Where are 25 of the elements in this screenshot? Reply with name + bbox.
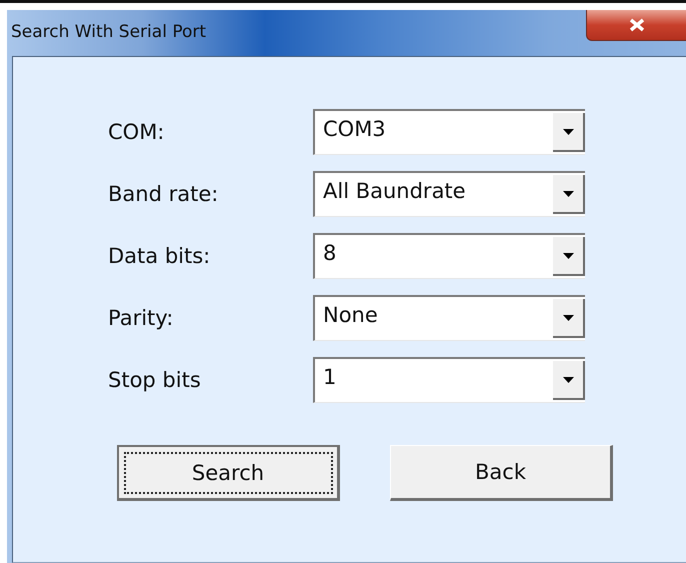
back-button[interactable]: Back — [390, 445, 613, 501]
dropdown-field[interactable]: All Baundrate — [313, 171, 585, 217]
caret-icon — [562, 190, 574, 196]
caret-icon — [562, 376, 574, 382]
dropdown-field[interactable]: COM3 — [313, 109, 585, 155]
field-label: Parity: — [108, 306, 174, 330]
field-label: COM: — [108, 120, 166, 144]
close-icon — [628, 18, 646, 32]
dropdown-button[interactable] — [553, 299, 585, 338]
dropdown-button[interactable] — [553, 113, 585, 152]
caret-icon — [562, 252, 574, 258]
field-label: Data bits: — [108, 244, 212, 268]
window-title: Search With Serial Port — [11, 22, 206, 42]
dropdown-button[interactable] — [553, 361, 585, 400]
close-button[interactable] — [586, 10, 686, 41]
dropdown-button[interactable] — [553, 237, 585, 276]
dropdown-button[interactable] — [553, 175, 585, 214]
dropdown-field[interactable]: 8 — [313, 233, 585, 279]
field-label: Stop bits — [108, 368, 202, 392]
dropdown-field[interactable]: 1 — [313, 357, 585, 403]
search-button[interactable]: Search — [117, 445, 340, 501]
dropdown-field[interactable]: None — [313, 295, 585, 341]
caret-icon — [562, 128, 574, 134]
caret-icon — [562, 314, 574, 320]
field-label: Band rate: — [108, 182, 220, 206]
